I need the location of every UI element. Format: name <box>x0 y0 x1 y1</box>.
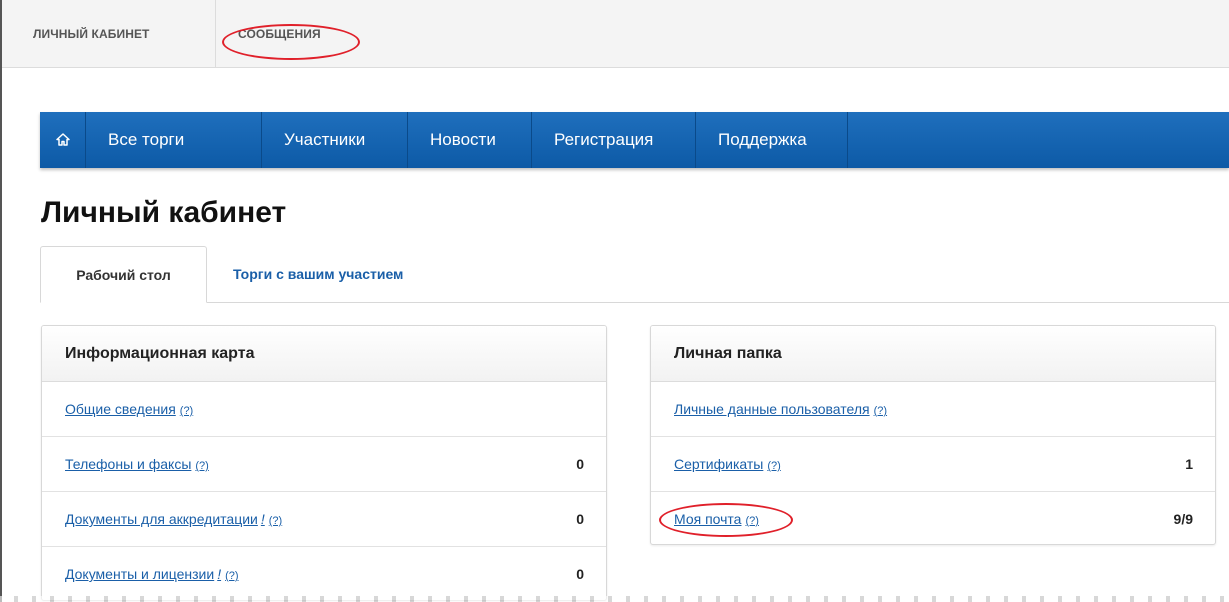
nav-item-support[interactable]: Поддержка <box>696 112 848 168</box>
folder-link-mail[interactable]: Моя почта <box>674 511 741 527</box>
info-row-phones: Телефоны и факсы (?) 0 <box>42 437 606 492</box>
help-link-phones[interactable]: (?) <box>195 460 208 472</box>
info-count-phones: 0 <box>576 456 584 472</box>
tab-my-auctions[interactable]: Торги с вашим участием <box>233 246 403 303</box>
torn-bottom-edge <box>0 596 1229 602</box>
nav-item-participants[interactable]: Участники <box>262 112 408 168</box>
help-link-general[interactable]: (?) <box>180 405 193 417</box>
top-bar-divider <box>215 0 216 68</box>
folder-row-certificates: Сертификаты (?) 1 <box>651 437 1215 492</box>
warning-mark: ! <box>260 511 265 527</box>
top-link-cabinet[interactable]: ЛИЧНЫЙ КАБИНЕТ <box>33 0 150 68</box>
info-row-general: Общие сведения (?) <box>42 382 606 437</box>
main-nav: Все торги Участники Новости Регистрация … <box>40 112 1229 168</box>
frame-edge <box>0 0 2 602</box>
info-card-title: Информационная карта <box>42 326 606 382</box>
folder-row-user-data: Личные данные пользователя (?) <box>651 382 1215 437</box>
info-link-accreditation[interactable]: Документы для аккредитации <box>65 511 258 527</box>
nav-home-button[interactable] <box>40 112 86 168</box>
page-title: Личный кабинет <box>41 196 287 229</box>
help-link-licenses[interactable]: (?) <box>225 570 238 582</box>
info-link-general[interactable]: Общие сведения <box>65 401 176 417</box>
folder-link-user-data[interactable]: Личные данные пользователя <box>674 401 870 417</box>
personal-folder-panel: Личная папка Личные данные пользователя (… <box>650 325 1216 545</box>
home-icon <box>55 132 70 146</box>
nav-item-registration[interactable]: Регистрация <box>532 112 696 168</box>
tabs-baseline <box>40 302 1229 303</box>
folder-link-certificates[interactable]: Сертификаты <box>674 456 763 472</box>
top-bar: ЛИЧНЫЙ КАБИНЕТ СООБЩЕНИЯ <box>2 0 1229 68</box>
top-link-messages[interactable]: СООБЩЕНИЯ <box>238 0 321 68</box>
info-count-accreditation: 0 <box>576 511 584 527</box>
info-row-licenses: Документы и лицензии! (?) 0 <box>42 547 606 600</box>
warning-mark: ! <box>217 566 222 582</box>
folder-count-mail: 9/9 <box>1173 511 1193 527</box>
help-link-user-data[interactable]: (?) <box>874 405 887 417</box>
nav-item-news[interactable]: Новости <box>408 112 532 168</box>
nav-item-all-auctions[interactable]: Все торги <box>86 112 262 168</box>
info-row-accreditation: Документы для аккредитации! (?) 0 <box>42 492 606 547</box>
tab-desktop[interactable]: Рабочий стол <box>40 246 207 303</box>
folder-count-certificates: 1 <box>1185 456 1193 472</box>
folder-row-mail: Моя почта (?) 9/9 <box>651 492 1215 544</box>
help-link-mail[interactable]: (?) <box>745 515 758 527</box>
help-link-certificates[interactable]: (?) <box>767 460 780 472</box>
info-link-phones[interactable]: Телефоны и факсы <box>65 456 191 472</box>
personal-folder-title: Личная папка <box>651 326 1215 382</box>
info-link-licenses[interactable]: Документы и лицензии <box>65 566 214 582</box>
info-card-panel: Информационная карта Общие сведения (?) Т… <box>41 325 607 601</box>
info-count-licenses: 0 <box>576 566 584 582</box>
help-link-accreditation[interactable]: (?) <box>269 515 282 527</box>
